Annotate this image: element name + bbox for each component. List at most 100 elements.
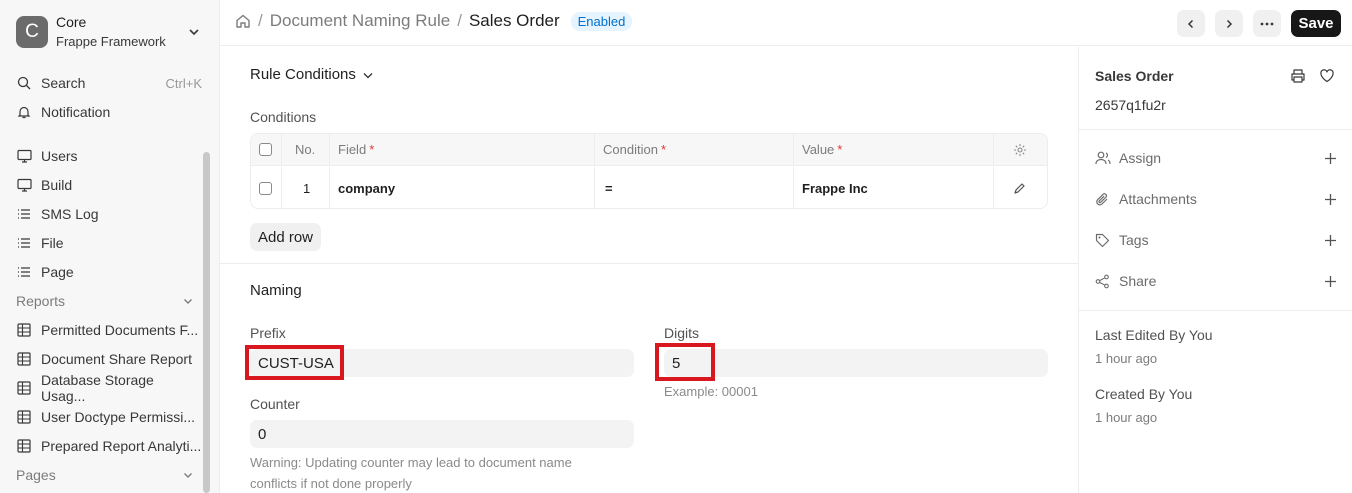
plus-icon[interactable] xyxy=(1324,275,1337,288)
counter-input[interactable]: 0 xyxy=(250,420,634,448)
breadcrumb-separator: / xyxy=(258,11,263,30)
sidebar-item-users[interactable]: Users xyxy=(16,144,202,168)
search-icon xyxy=(16,75,32,91)
sidebar-item-label: Document Share Report xyxy=(41,351,192,367)
plus-icon[interactable] xyxy=(1324,234,1337,247)
conditions-label: Conditions xyxy=(250,109,317,125)
sidebar-scrollbar[interactable] xyxy=(203,152,210,493)
sidebar-notification[interactable]: Notification xyxy=(16,100,202,124)
tags-action[interactable]: Tags xyxy=(1095,229,1337,251)
sidebar-report-user-doctype-permissions[interactable]: User Doctype Permissi... xyxy=(16,405,202,429)
table-row[interactable]: 1 company = Frappe Inc xyxy=(251,167,1047,208)
save-button[interactable]: Save xyxy=(1291,10,1341,37)
conditions-table: No. Field * Condition * Value * 1 company =… xyxy=(250,133,1048,209)
sidebar-report-permitted-documents[interactable]: Permitted Documents F... xyxy=(16,318,202,342)
sidebar-report-document-share[interactable]: Document Share Report xyxy=(16,347,202,371)
form-main: Rule Conditions Conditions No. Field * Co… xyxy=(220,47,1078,493)
row-checkbox[interactable] xyxy=(259,167,275,208)
last-edited-label: Last Edited By You xyxy=(1095,327,1213,343)
sidebar-search-label: Search xyxy=(41,75,86,91)
sidebar-item-label: Permitted Documents F... xyxy=(41,322,199,338)
rule-conditions-toggle[interactable]: Rule Conditions xyxy=(250,66,374,83)
edit-row-icon[interactable] xyxy=(1013,167,1026,208)
sidebar-item-label: Build xyxy=(41,177,73,193)
prefix-label: Prefix xyxy=(250,325,286,341)
plus-icon[interactable] xyxy=(1324,152,1337,165)
status-badge: Enabled xyxy=(570,11,633,31)
sidebar-item-sms-log[interactable]: SMS Log xyxy=(16,202,202,226)
share-icon xyxy=(1095,273,1111,289)
attachments-action[interactable]: Attachments xyxy=(1095,188,1337,210)
row-value[interactable]: Frappe Inc xyxy=(802,167,868,208)
side-action-label: Tags xyxy=(1119,232,1149,248)
home-icon[interactable] xyxy=(235,13,251,29)
created-label: Created By You xyxy=(1095,386,1193,402)
sidebar-section-reports[interactable]: Reports xyxy=(16,290,194,312)
chevron-left-icon xyxy=(1185,18,1197,30)
digits-input[interactable]: 5 xyxy=(664,349,1048,377)
monitor-icon xyxy=(16,148,32,164)
sidebar-notification-label: Notification xyxy=(41,104,111,120)
app-logo: C xyxy=(16,16,48,48)
sidebar-item-build[interactable]: Build xyxy=(16,173,202,197)
digits-label: Digits xyxy=(664,325,700,341)
section-divider xyxy=(220,263,1078,264)
app-title: Core xyxy=(56,14,87,30)
sidebar-item-page[interactable]: Page xyxy=(16,260,202,284)
prefix-highlight-box xyxy=(245,345,344,380)
select-all-checkbox[interactable] xyxy=(259,134,275,165)
sidebar-item-label: SMS Log xyxy=(41,206,99,222)
required-mark: * xyxy=(369,142,375,157)
more-horizontal-icon xyxy=(1260,22,1274,26)
more-actions-button[interactable] xyxy=(1253,10,1281,37)
app-subtitle: Frappe Framework xyxy=(56,34,166,49)
plus-icon[interactable] xyxy=(1324,193,1337,206)
assign-action[interactable]: Assign xyxy=(1095,147,1337,169)
required-mark: * xyxy=(837,142,843,157)
printer-icon[interactable] xyxy=(1290,68,1306,84)
sidebar-item-label: Prepared Report Analyti... xyxy=(41,438,202,454)
heart-icon[interactable] xyxy=(1319,68,1335,84)
app-switcher[interactable]: C Core Frappe Framework xyxy=(16,13,206,51)
sidebar-item-label: File xyxy=(41,235,64,251)
created-time: 1 hour ago xyxy=(1095,410,1158,425)
table-icon xyxy=(16,409,32,425)
side-action-label: Assign xyxy=(1119,150,1162,166)
breadcrumb-parent-link[interactable]: Document Naming Rule xyxy=(270,11,450,31)
digits-highlight-box xyxy=(655,343,715,381)
sidebar-search[interactable]: Search Ctrl+K xyxy=(16,71,202,95)
row-condition[interactable]: = xyxy=(605,167,613,208)
sidebar-item-label: User Doctype Permissi... xyxy=(41,409,196,425)
section-label: Reports xyxy=(16,293,66,309)
chevron-down-icon xyxy=(188,26,200,38)
table-header: No. Field * Condition * Value * xyxy=(251,134,1047,166)
section-title: Rule Conditions xyxy=(250,66,356,83)
row-field[interactable]: company xyxy=(338,167,395,208)
sidebar-report-prepared-report-analytics[interactable]: Prepared Report Analyti... xyxy=(16,434,202,458)
share-action[interactable]: Share xyxy=(1095,270,1337,292)
chevron-down-icon xyxy=(182,469,194,481)
next-doc-button[interactable] xyxy=(1215,10,1243,37)
table-icon xyxy=(16,322,32,338)
chevron-right-icon xyxy=(1223,18,1235,30)
sidebar-item-file[interactable]: File xyxy=(16,231,202,255)
list-icon xyxy=(16,206,32,222)
section-label: Pages xyxy=(16,467,56,483)
search-shortcut: Ctrl+K xyxy=(165,75,202,91)
previous-doc-button[interactable] xyxy=(1177,10,1205,37)
counter-label: Counter xyxy=(250,396,300,412)
breadcrumb: / Document Naming Rule / Sales Order Ena… xyxy=(235,11,633,31)
gear-icon[interactable] xyxy=(1013,134,1027,165)
row-no: 1 xyxy=(303,180,311,196)
counter-warning: Warning: Updating counter may lead to do… xyxy=(250,455,572,491)
digits-hint: Example: 00001 xyxy=(664,384,758,399)
sidebar-item-label: Database Storage Usag... xyxy=(40,372,154,404)
chevron-down-icon xyxy=(182,295,194,307)
sidebar-report-database-storage[interactable]: Database Storage Usag... xyxy=(16,372,202,404)
paperclip-icon xyxy=(1095,191,1111,207)
side-panel: Sales Order 2657q1fu2r Assign Attachment… xyxy=(1078,47,1352,493)
required-mark: * xyxy=(660,142,666,157)
sidebar-section-pages[interactable]: Pages xyxy=(16,464,194,486)
user-icon xyxy=(1095,150,1111,166)
add-row-button[interactable]: Add row xyxy=(250,223,321,251)
